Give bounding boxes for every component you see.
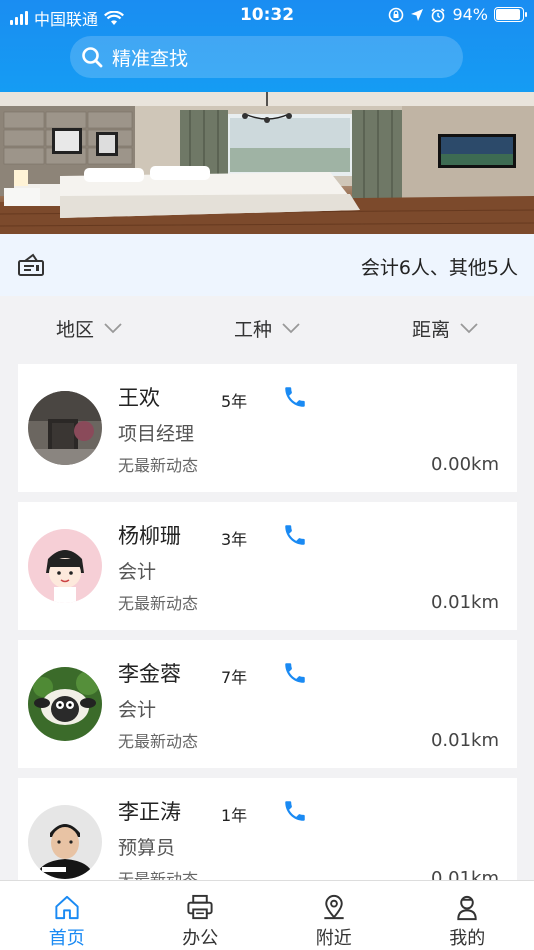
- tab-mine[interactable]: 我的: [401, 881, 534, 950]
- filter-job-type[interactable]: 工种: [178, 296, 356, 360]
- chevron-down-icon: [104, 323, 122, 334]
- tab-mine-label: 我的: [449, 928, 486, 949]
- list-item[interactable]: 杨柳珊 3年 会计 无最新动态 0.01km: [18, 502, 517, 630]
- alarm-icon: [431, 7, 445, 22]
- home-icon: [55, 895, 79, 920]
- avatar[interactable]: [28, 805, 102, 879]
- avatar[interactable]: [28, 529, 102, 603]
- phone-icon[interactable]: [282, 384, 308, 410]
- person-distance: 0.00km: [430, 454, 499, 475]
- battery-icon: [494, 7, 527, 22]
- person-name: 王欢: [118, 386, 160, 410]
- filter-distance-label: 距离: [411, 318, 450, 341]
- filter-bar: 地区 工种 距离: [0, 296, 534, 360]
- filter-distance[interactable]: 距离: [356, 296, 534, 360]
- tab-nearby-label: 附近: [315, 928, 352, 949]
- person-name: 李正涛: [118, 800, 181, 824]
- person-distance: 0.01km: [430, 592, 499, 613]
- location-arrow-icon: [411, 8, 424, 21]
- chevron-down-icon: [460, 323, 478, 334]
- person-status: 无最新动态: [118, 594, 199, 613]
- person-name: 李金蓉: [118, 662, 181, 686]
- experience-years: 7年: [221, 668, 248, 687]
- bottom-tab-bar: 首页 办公 附近 我的: [0, 880, 534, 950]
- status-bar: 中国联通 10:32 94%: [0, 0, 534, 32]
- person-status: 无最新动态: [118, 456, 199, 475]
- tab-office-label: 办公: [182, 928, 219, 949]
- filter-region-label: 地区: [55, 318, 94, 341]
- list-item[interactable]: 李金蓉 7年 会计 无最新动态 0.01km: [18, 640, 517, 768]
- phone-icon[interactable]: [282, 798, 308, 824]
- user-icon: [457, 895, 477, 921]
- person-distance: 0.01km: [430, 730, 499, 751]
- notice-text: 会计6人、其他5人: [360, 257, 518, 279]
- battery-percent: 94%: [452, 5, 488, 24]
- person-role: 预算员: [118, 837, 176, 859]
- person-status: 无最新动态: [118, 732, 199, 751]
- notice-icon: [18, 253, 44, 276]
- search-placeholder: 精准查找: [112, 47, 189, 70]
- person-role: 会计: [118, 699, 157, 721]
- location-pin-icon: [324, 895, 344, 920]
- search-icon: [82, 47, 103, 68]
- search-bar[interactable]: 精准查找: [70, 36, 463, 78]
- phone-icon[interactable]: [282, 522, 308, 548]
- person-role: 项目经理: [118, 423, 195, 445]
- bedroom-illustration: [0, 92, 534, 234]
- avatar[interactable]: [28, 667, 102, 741]
- experience-years: 5年: [221, 392, 248, 411]
- people-list: 王欢 5年 项目经理 无最新动态 0.00km 杨柳珊 3年 会计 无最新动态 …: [18, 364, 517, 916]
- tab-home[interactable]: 首页: [0, 881, 134, 950]
- tab-office[interactable]: 办公: [134, 881, 268, 950]
- printer-icon: [187, 894, 213, 920]
- tab-home-label: 首页: [48, 928, 85, 949]
- rotation-lock-icon: [389, 7, 404, 22]
- avatar[interactable]: [28, 391, 102, 465]
- chevron-down-icon: [282, 323, 300, 334]
- person-role: 会计: [118, 561, 157, 583]
- notice-bar[interactable]: 会计6人、其他5人: [0, 234, 534, 296]
- header: 中国联通 10:32 94% 精准查找: [0, 0, 534, 92]
- tab-nearby[interactable]: 附近: [267, 881, 401, 950]
- person-name: 杨柳珊: [118, 524, 181, 548]
- filter-job-type-label: 工种: [233, 318, 272, 341]
- experience-years: 1年: [221, 806, 248, 825]
- list-item[interactable]: 王欢 5年 项目经理 无最新动态 0.00km: [18, 364, 517, 492]
- phone-icon[interactable]: [282, 660, 308, 686]
- experience-years: 3年: [221, 530, 248, 549]
- banner-image[interactable]: [0, 92, 534, 234]
- filter-region[interactable]: 地区: [0, 296, 178, 360]
